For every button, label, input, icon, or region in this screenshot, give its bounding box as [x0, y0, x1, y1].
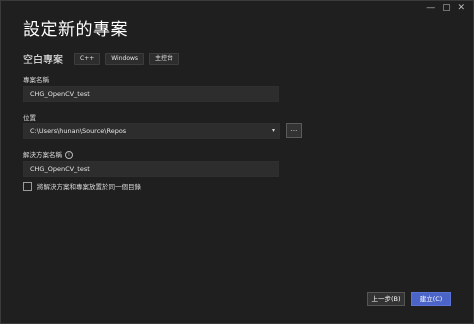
- template-info: 空白專案 C++ Windows 主控台: [23, 51, 180, 66]
- location-select[interactable]: C:\Users\hunan\Source\Repos ▾: [23, 123, 280, 139]
- project-name-input[interactable]: CHG_OpenCV_test: [23, 86, 279, 102]
- create-button[interactable]: 建立(C): [411, 292, 451, 306]
- chevron-down-icon[interactable]: ▾: [272, 124, 275, 138]
- solution-name-label: 解決方案名稱: [23, 151, 62, 159]
- solution-name-label-row: 解決方案名稱 i: [23, 149, 73, 159]
- browse-button[interactable]: ...: [286, 123, 302, 138]
- back-button[interactable]: 上一步(B): [367, 292, 405, 306]
- tag-platform: Windows: [105, 52, 145, 65]
- solution-name-input[interactable]: CHG_OpenCV_test: [23, 161, 279, 177]
- tag-language: C++: [74, 52, 101, 65]
- project-name-label: 專案名稱: [23, 76, 49, 84]
- same-directory-label: 將解決方案和專案放置於同一個目錄: [37, 183, 141, 191]
- same-directory-checkbox[interactable]: [23, 181, 32, 191]
- dialog-window: — ▢ ✕ 設定新的專案 空白專案 C++ Windows 主控台 專案名稱 C…: [0, 0, 474, 324]
- template-name: 空白專案: [23, 55, 63, 66]
- page-title: 設定新的專案: [23, 20, 128, 40]
- window-controls[interactable]: — ▢ ✕: [426, 3, 467, 13]
- info-icon: i: [65, 151, 73, 159]
- tag-project-type: 主控台: [149, 52, 180, 65]
- location-label: 位置: [23, 114, 36, 122]
- same-directory-option[interactable]: 將解決方案和專案放置於同一個目錄: [23, 181, 141, 191]
- location-value: C:\Users\hunan\Source\Repos: [30, 127, 127, 135]
